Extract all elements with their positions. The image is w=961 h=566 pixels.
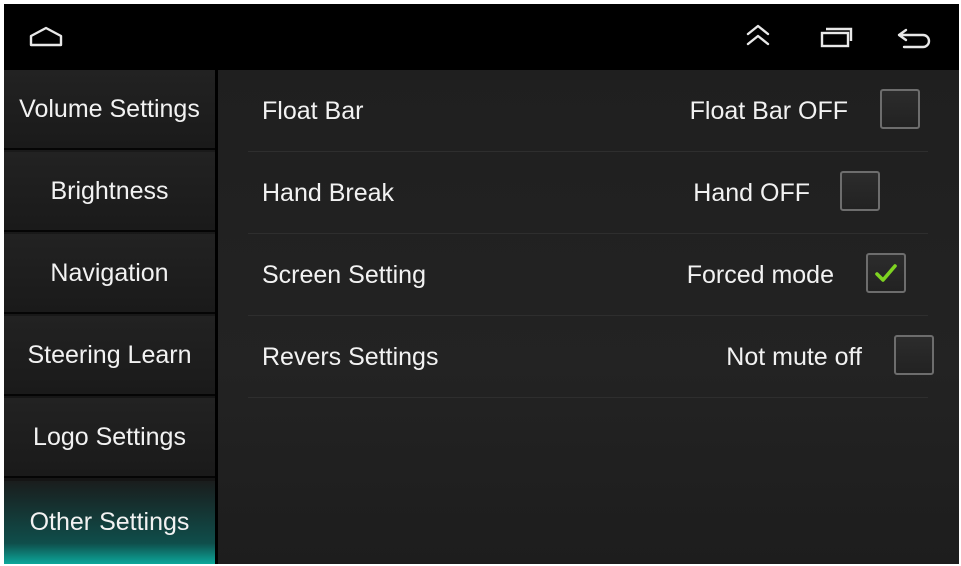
screen-setting-checkbox[interactable]	[866, 253, 906, 293]
float-bar-checkbox[interactable]	[880, 89, 920, 129]
setting-row-revers-settings: Revers Settings Not mute off	[248, 316, 934, 398]
sidebar-item-label: Volume Settings	[19, 94, 200, 123]
sidebar-item-label: Other Settings	[29, 508, 190, 536]
back-arrow-icon[interactable]	[894, 20, 934, 54]
settings-sidebar: Volume Settings Brightness Navigation St…	[4, 70, 215, 564]
sidebar-item-navigation[interactable]: Navigation	[4, 234, 215, 314]
sidebar-item-label: Brightness	[50, 176, 169, 205]
recents-icon[interactable]	[816, 20, 856, 54]
sidebar-item-label: Logo Settings	[33, 422, 186, 451]
setting-row-screen-setting: Screen Setting Forced mode	[248, 234, 928, 316]
head-unit-screen: Volume Settings Brightness Navigation St…	[4, 4, 959, 564]
setting-status: Hand OFF	[693, 179, 810, 207]
sidebar-item-label: Navigation	[50, 258, 169, 287]
double-chevron-up-icon[interactable]	[738, 20, 778, 54]
sidebar-item-other-settings[interactable]: Other Settings	[4, 481, 215, 564]
sidebar-item-label: Steering Learn	[27, 340, 192, 369]
setting-label: Revers Settings	[262, 343, 439, 371]
hand-break-checkbox[interactable]	[840, 171, 880, 211]
setting-status: Not mute off	[726, 343, 862, 371]
navigation-bar	[4, 4, 959, 70]
setting-status: Forced mode	[686, 261, 834, 289]
setting-label: Screen Setting	[262, 261, 426, 289]
setting-status: Float Bar OFF	[689, 97, 848, 125]
setting-row-float-bar: Float Bar Float Bar OFF	[248, 70, 928, 152]
setting-label: Float Bar	[262, 97, 364, 125]
revers-settings-checkbox[interactable]	[894, 335, 934, 375]
sidebar-item-logo-settings[interactable]: Logo Settings	[4, 398, 215, 478]
sidebar-item-brightness[interactable]: Brightness	[4, 152, 215, 232]
sidebar-item-volume-settings[interactable]: Volume Settings	[4, 70, 215, 150]
setting-row-hand-break: Hand Break Hand OFF	[248, 152, 928, 234]
setting-label: Hand Break	[262, 179, 395, 207]
checkmark-icon	[875, 264, 897, 282]
settings-panel: Float Bar Float Bar OFF Hand Break Hand …	[218, 70, 959, 564]
sidebar-item-steering-learn[interactable]: Steering Learn	[4, 316, 215, 396]
home-icon[interactable]	[26, 20, 66, 54]
